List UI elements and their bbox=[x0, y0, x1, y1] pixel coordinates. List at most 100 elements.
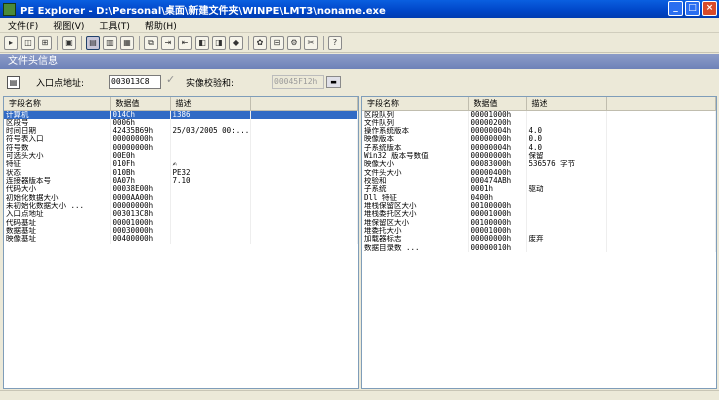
disasm-icon[interactable]: ◆ bbox=[229, 36, 243, 50]
table-row[interactable]: 可选头大小 00E0h bbox=[4, 151, 358, 161]
hex-icon[interactable]: ✂ bbox=[304, 36, 318, 50]
table-row[interactable]: 时间日期 42435B69h 25/03/2005 00:... bbox=[4, 126, 358, 136]
toolbar-separator bbox=[248, 36, 249, 50]
table-row[interactable]: 堆栈委托区大小 00001000h bbox=[362, 210, 716, 219]
table-row[interactable]: Dll 特征 0400h bbox=[362, 193, 716, 202]
table-row[interactable]: 状态 010Bh PE32 bbox=[4, 168, 358, 177]
export-icon[interactable]: ⇥ bbox=[161, 36, 175, 50]
cell-value: 010Bh bbox=[110, 168, 171, 177]
cell-desc: 保留 bbox=[526, 151, 607, 161]
table-row[interactable]: 连接器版本号 0A07h 7.10 bbox=[4, 176, 358, 186]
cell-filler bbox=[250, 160, 358, 169]
cell-filler bbox=[250, 168, 358, 177]
checksum-input[interactable]: 00045F12h bbox=[272, 75, 324, 89]
syntax-icon[interactable]: ⚙ bbox=[287, 36, 301, 50]
compute-checksum-button[interactable]: ▬ bbox=[326, 76, 341, 88]
table-row[interactable]: 校验和 000474ABh bbox=[362, 176, 716, 186]
cell-value: 00100000h bbox=[468, 201, 527, 211]
menu-view[interactable]: 视图(V) bbox=[45, 19, 91, 32]
column-header-value[interactable]: 数据值 bbox=[110, 97, 171, 111]
disk-icon[interactable]: ▣ bbox=[62, 36, 76, 50]
print-icon[interactable]: ⊞ bbox=[38, 36, 52, 50]
table-row[interactable]: 代码基址 00001000h bbox=[4, 218, 358, 227]
table-row[interactable]: 数据基址 00030000h bbox=[4, 226, 358, 236]
cell-value: 00000010h bbox=[468, 243, 527, 252]
cell-filler bbox=[250, 235, 358, 244]
section-headers-icon[interactable]: ▦ bbox=[120, 36, 134, 50]
table-row[interactable]: 计算机 014Ch i386 bbox=[4, 110, 358, 119]
column-header-desc[interactable]: 描述 bbox=[170, 97, 251, 111]
resource-editor-icon[interactable]: ⊟ bbox=[270, 36, 284, 50]
dependency-icon[interactable]: ◨ bbox=[212, 36, 226, 50]
cell-desc bbox=[170, 143, 251, 152]
cell-filler bbox=[606, 168, 716, 177]
cell-name: 加载器标志 bbox=[362, 235, 469, 244]
column-header-value[interactable]: 数据值 bbox=[468, 97, 527, 111]
cell-desc bbox=[526, 226, 607, 236]
column-header-name[interactable]: 字段名称 bbox=[4, 97, 111, 111]
table-row[interactable]: 初始化数据大小 0000AA00h bbox=[4, 193, 358, 202]
cell-desc: i386 bbox=[170, 110, 251, 119]
menu-file[interactable]: 文件(F) bbox=[0, 19, 45, 32]
table-row[interactable]: 数据目录数 ... 00000010h bbox=[362, 243, 716, 252]
table-row[interactable]: 堆委托大小 00001000h bbox=[362, 226, 716, 236]
table-row[interactable]: 映像版本 00000000h 0.0 bbox=[362, 135, 716, 144]
cell-filler bbox=[250, 143, 358, 152]
table-row[interactable]: 加载器标志 00000000h 废弃 bbox=[362, 235, 716, 244]
table-row[interactable]: 操作系统版本 00000004h 4.0 bbox=[362, 126, 716, 136]
maximize-button[interactable]: □ bbox=[685, 1, 700, 16]
table-row[interactable]: 符号表入口 00000000h bbox=[4, 135, 358, 144]
table-row[interactable]: Win32 版本号数值 00000000h 保留 bbox=[362, 151, 716, 161]
cell-desc: 4.0 bbox=[526, 126, 607, 136]
status-bar bbox=[0, 390, 719, 400]
column-header-desc[interactable]: 描述 bbox=[526, 97, 607, 111]
header-info-icon: ▤ bbox=[7, 75, 20, 89]
table-row[interactable]: 区段队列 00001000h bbox=[362, 110, 716, 119]
column-header-name[interactable]: 字段名称 bbox=[362, 97, 469, 111]
table-row[interactable]: 未初始化数据大小 ... 00000000h bbox=[4, 201, 358, 211]
data-directories-icon[interactable]: ▥ bbox=[103, 36, 117, 50]
minimize-button[interactable]: _ bbox=[668, 1, 683, 16]
menu-help[interactable]: 帮助(H) bbox=[137, 19, 184, 32]
cell-name: 区段队列 bbox=[362, 110, 469, 119]
cell-filler bbox=[250, 118, 358, 127]
cell-filler bbox=[250, 218, 358, 227]
section-title: 文件头信息 bbox=[0, 54, 719, 69]
cell-value: 00000200h bbox=[468, 118, 527, 127]
table-row[interactable]: 代码大小 00038E00h bbox=[4, 185, 358, 194]
header-fields-row: ▤ 入口点地址: 003013C8 ✓ 实像校验和: 00045F12h ▬ bbox=[0, 70, 719, 94]
cell-value: 00001000h bbox=[468, 226, 527, 236]
cell-desc bbox=[526, 218, 607, 227]
toolbar-separator bbox=[57, 36, 58, 50]
resource-icon[interactable]: ⧉ bbox=[144, 36, 158, 50]
cell-desc bbox=[170, 135, 251, 144]
table-row[interactable]: 堆栈保留区大小 00100000h bbox=[362, 201, 716, 211]
table-row[interactable]: 堆保留区大小 00100000h bbox=[362, 218, 716, 227]
headers-icon[interactable]: ▤ bbox=[86, 36, 100, 50]
table-row[interactable]: 子系统版本 00000004h 4.0 bbox=[362, 143, 716, 152]
table-row[interactable]: 文件队列 00000200h bbox=[362, 118, 716, 127]
debug-icon[interactable]: ◧ bbox=[195, 36, 209, 50]
table-row[interactable]: 子系统 0001h 驱动 bbox=[362, 185, 716, 194]
apply-check-icon[interactable]: ✓ bbox=[166, 73, 175, 86]
table-row[interactable]: 映像基址 00400000h bbox=[4, 235, 358, 244]
table-row[interactable]: 文件头大小 00000400h bbox=[362, 168, 716, 177]
open-icon[interactable]: ▸ bbox=[4, 36, 18, 50]
checksum-label: 实像校验和: bbox=[186, 79, 235, 89]
table-row[interactable]: 符号数 00000000h bbox=[4, 143, 358, 152]
table-row[interactable]: 映像大小 00083000h 536576 字节 bbox=[362, 160, 716, 169]
menu-tools[interactable]: 工具(T) bbox=[91, 19, 137, 32]
close-button[interactable]: × bbox=[702, 1, 717, 16]
help-icon[interactable]: ? bbox=[328, 36, 342, 50]
import-icon[interactable]: ⇤ bbox=[178, 36, 192, 50]
table-row[interactable]: 区段号 0006h bbox=[4, 118, 358, 127]
plugin-icon[interactable]: ✿ bbox=[253, 36, 267, 50]
save-icon[interactable]: ◫ bbox=[21, 36, 35, 50]
table-row[interactable]: 特征 010Fh ✍ bbox=[4, 160, 358, 169]
cell-filler bbox=[250, 193, 358, 202]
cell-name: 时间日期 bbox=[4, 126, 111, 136]
table-row[interactable]: 入口点地址 003013C8h bbox=[4, 210, 358, 219]
cell-name: 堆栈委托区大小 bbox=[362, 210, 469, 219]
entry-point-input[interactable]: 003013C8 bbox=[109, 75, 161, 89]
cell-filler bbox=[606, 110, 716, 119]
